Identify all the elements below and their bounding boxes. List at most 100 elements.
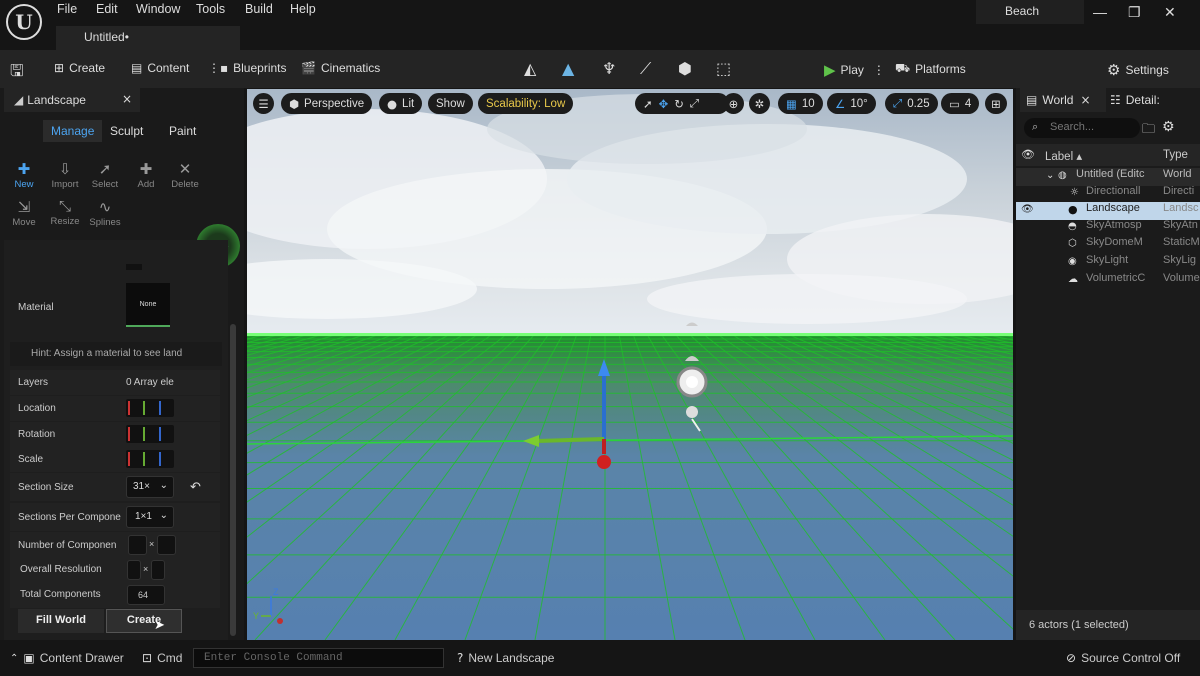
gizmo-y-arrow[interactable] xyxy=(523,435,539,447)
gear-icon[interactable]: ⚙ xyxy=(1162,119,1175,135)
gizmo-z-arrow[interactable] xyxy=(598,359,610,376)
select-arrow-icon[interactable]: ➚ xyxy=(643,97,653,111)
tool-delete[interactable]: ✕ Delete xyxy=(165,160,205,190)
settings-button[interactable]: ⚙ Settings xyxy=(1107,61,1169,79)
mesh-paint-icon[interactable]: ⟋ xyxy=(640,59,651,79)
rotation-vector-field[interactable] xyxy=(126,425,174,443)
menu-edit[interactable]: Edit xyxy=(96,2,118,16)
outliner-row-world[interactable]: ⌄ ◍ Untitled (Editc World xyxy=(1016,168,1200,186)
translate-icon[interactable]: ✥ xyxy=(659,97,669,111)
scalability-button[interactable]: Scalability: Low xyxy=(478,93,574,114)
minimize-icon[interactable]: — xyxy=(1093,4,1107,20)
outliner-row-landscape[interactable]: 👁 ● Landscape Landsc xyxy=(1016,202,1200,220)
world-local-toggle[interactable]: ⊕ xyxy=(723,93,744,114)
tool-move[interactable]: ⇲ Move xyxy=(4,198,44,228)
rotate-icon[interactable]: ↻ xyxy=(674,97,684,111)
menu-window[interactable]: Window xyxy=(136,2,180,16)
fill-world-button[interactable]: Fill World xyxy=(18,609,104,633)
viewport-layout-button[interactable]: ⊞ xyxy=(985,93,1007,114)
tool-splines[interactable]: ∿ Splines xyxy=(85,198,125,228)
tool-import[interactable]: ⇩ Import xyxy=(45,160,85,190)
menu-build[interactable]: Build xyxy=(245,2,273,16)
gizmo-x-handle[interactable] xyxy=(597,455,611,469)
num-components-x-field[interactable] xyxy=(128,535,147,555)
volumetric-cloud-icon[interactable] xyxy=(686,322,698,327)
add-folder-icon[interactable]: 🗀 xyxy=(1142,120,1155,142)
viewport-menu-button[interactable]: ☰ xyxy=(253,93,274,114)
blueprints-button[interactable]: ⋮▪ Blueprints xyxy=(208,61,287,75)
level-tab[interactable]: Untitled• xyxy=(56,26,240,50)
play-button[interactable]: ▶ Play ⋮ xyxy=(824,61,885,79)
scale-snap-button[interactable]: ⤢ 0.25 xyxy=(885,93,938,114)
cinematics-button[interactable]: 🎬 Cinematics xyxy=(301,61,380,75)
tab-manage[interactable]: Manage xyxy=(43,120,103,142)
overall-res-y-field[interactable] xyxy=(151,560,165,580)
outliner-row-directional-light[interactable]: ☼ Directionall Directi xyxy=(1016,185,1200,203)
menu-help[interactable]: Help xyxy=(290,2,316,16)
sections-per-dropdown[interactable]: 1×1 ⌄ xyxy=(126,506,174,528)
fracture-icon[interactable]: ⬢ xyxy=(678,59,692,78)
foliage-mode-icon[interactable]: ♆ xyxy=(602,59,616,78)
outliner-row-sky-light[interactable]: ◉ SkyLight SkyLig xyxy=(1016,254,1200,272)
surface-snap-toggle[interactable]: ✲ xyxy=(749,93,770,114)
show-button[interactable]: Show xyxy=(428,93,473,114)
tool-new[interactable]: ✚ New xyxy=(4,160,44,190)
scale-icon[interactable]: ⤢ xyxy=(690,96,699,111)
world-outliner-tab[interactable]: ▤ World × xyxy=(1020,88,1106,112)
modeling-icon[interactable]: ⬚ xyxy=(716,59,731,78)
menu-tools[interactable]: Tools xyxy=(196,2,225,16)
chevron-down-icon[interactable]: ⌄ xyxy=(1046,170,1054,181)
outliner-search-input[interactable]: ⌕ Search... xyxy=(1024,118,1140,138)
create-landscape-button[interactable]: Create xyxy=(106,609,182,633)
num-components-y-field[interactable] xyxy=(157,535,176,555)
column-label[interactable]: Label ▴ xyxy=(1045,149,1082,163)
landscape-mode-icon[interactable]: ▲ xyxy=(562,59,574,78)
close-tab-icon[interactable]: × xyxy=(1080,93,1090,107)
create-button[interactable]: ⊞ Create xyxy=(54,61,105,75)
eye-icon[interactable]: 👁 xyxy=(1021,204,1034,215)
content-button[interactable]: ▤ Content xyxy=(131,61,189,75)
source-control-button[interactable]: ⊘ Source Control Off xyxy=(1066,651,1180,665)
tool-select[interactable]: ➚ Select xyxy=(85,160,125,190)
grid-snap-button[interactable]: ▦ 10 xyxy=(778,93,823,114)
outliner-row-sky-dome[interactable]: ⬡ SkyDomeM StaticM xyxy=(1016,236,1200,254)
close-icon[interactable]: ✕ xyxy=(1164,4,1176,21)
sky-atmosphere-icon[interactable] xyxy=(685,356,699,361)
camera-speed-button[interactable]: ▭ 4 xyxy=(941,93,980,114)
unreal-logo-icon[interactable]: U xyxy=(6,4,42,40)
details-tab[interactable]: ☷ Detail: xyxy=(1108,88,1200,112)
outliner-row-sky-atmosphere[interactable]: ◓ SkyAtmosp SkyAtn xyxy=(1016,219,1200,237)
content-drawer-button[interactable]: ⌃ ▣ Content Drawer xyxy=(10,651,124,665)
tab-sculpt[interactable]: Sculpt xyxy=(102,120,151,142)
level-viewport[interactable]: Z Y ☰ ⬢ Perspective ● Lit Show Scalability… xyxy=(247,89,1013,640)
column-type[interactable]: Type xyxy=(1163,149,1188,161)
platforms-button[interactable]: ⛟ Platforms xyxy=(895,61,966,77)
perspective-button[interactable]: ⬢ Perspective xyxy=(281,93,373,114)
landscape-tab[interactable]: ◢ Landscape × xyxy=(4,88,140,112)
panel-scrollbar[interactable] xyxy=(230,324,236,636)
console-input[interactable]: Enter Console Command xyxy=(193,648,444,668)
tool-resize[interactable]: ⤡ Resize xyxy=(45,198,85,227)
reset-arrow-icon[interactable]: ↶ xyxy=(190,480,201,495)
overall-res-x-field[interactable] xyxy=(127,560,141,580)
gizmo-y-axis[interactable] xyxy=(536,437,605,443)
scale-vector-field[interactable] xyxy=(126,450,174,468)
visibility-column-icon[interactable]: 👁 xyxy=(1021,148,1035,161)
new-icon: ✚ xyxy=(17,161,31,178)
section-size-dropdown[interactable]: 31× ⌄ xyxy=(126,476,174,498)
tool-add[interactable]: ✚ Add xyxy=(126,160,166,190)
select-mode-icon[interactable]: ◭ xyxy=(524,59,536,78)
material-thumbnail[interactable]: None xyxy=(126,283,170,327)
rotation-snap-button[interactable]: ∠ 10° xyxy=(827,93,876,114)
lit-button[interactable]: ● Lit xyxy=(379,93,423,114)
play-options-icon[interactable]: ⋮ xyxy=(873,63,885,77)
save-icon[interactable]: 🖫 xyxy=(10,60,24,87)
maximize-icon[interactable]: ❐ xyxy=(1128,4,1141,21)
location-vector-field[interactable] xyxy=(126,399,174,417)
tab-paint[interactable]: Paint xyxy=(161,120,204,142)
close-tab-icon[interactable]: × xyxy=(122,92,132,106)
directional-light-icon[interactable] xyxy=(686,406,698,418)
menu-file[interactable]: File xyxy=(57,2,77,16)
outliner-row-volumetric-cloud[interactable]: ☁ VolumetricC Volume xyxy=(1016,272,1200,290)
cmd-button[interactable]: ⊡ Cmd xyxy=(142,651,182,665)
